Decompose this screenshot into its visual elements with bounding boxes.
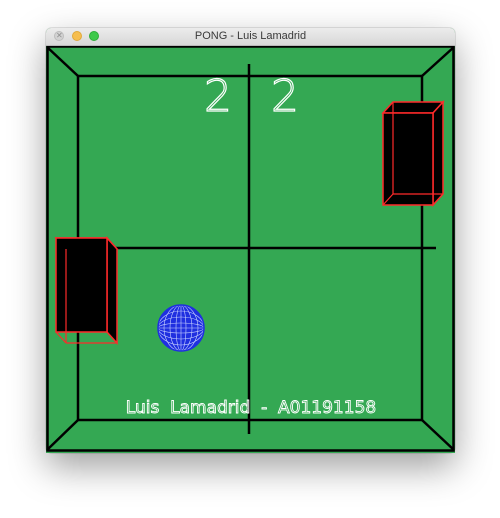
paddle-right [381,100,445,207]
game-canvas[interactable]: 2 2 Luis Lamadrid - A01191158 [46,46,455,453]
paddle-left-side [106,236,118,345]
paddle-right-front [382,112,434,206]
window-title: PONG - Luis Lamadrid [194,30,307,42]
score-right: 2 [271,71,299,122]
paddle-right-side [432,100,444,207]
ball [157,304,205,352]
title-bar[interactable]: ✕ PONG - Luis Lamadrid [46,28,455,46]
paddle-left [54,236,119,345]
game-window[interactable]: ✕ PONG - Luis Lamadrid 2 2 Luis Lamadrid… [46,28,455,453]
paddle-left-front [55,237,108,333]
credit-text: Luis Lamadrid - A01191158 [126,398,376,418]
score-left: 2 [204,71,232,122]
